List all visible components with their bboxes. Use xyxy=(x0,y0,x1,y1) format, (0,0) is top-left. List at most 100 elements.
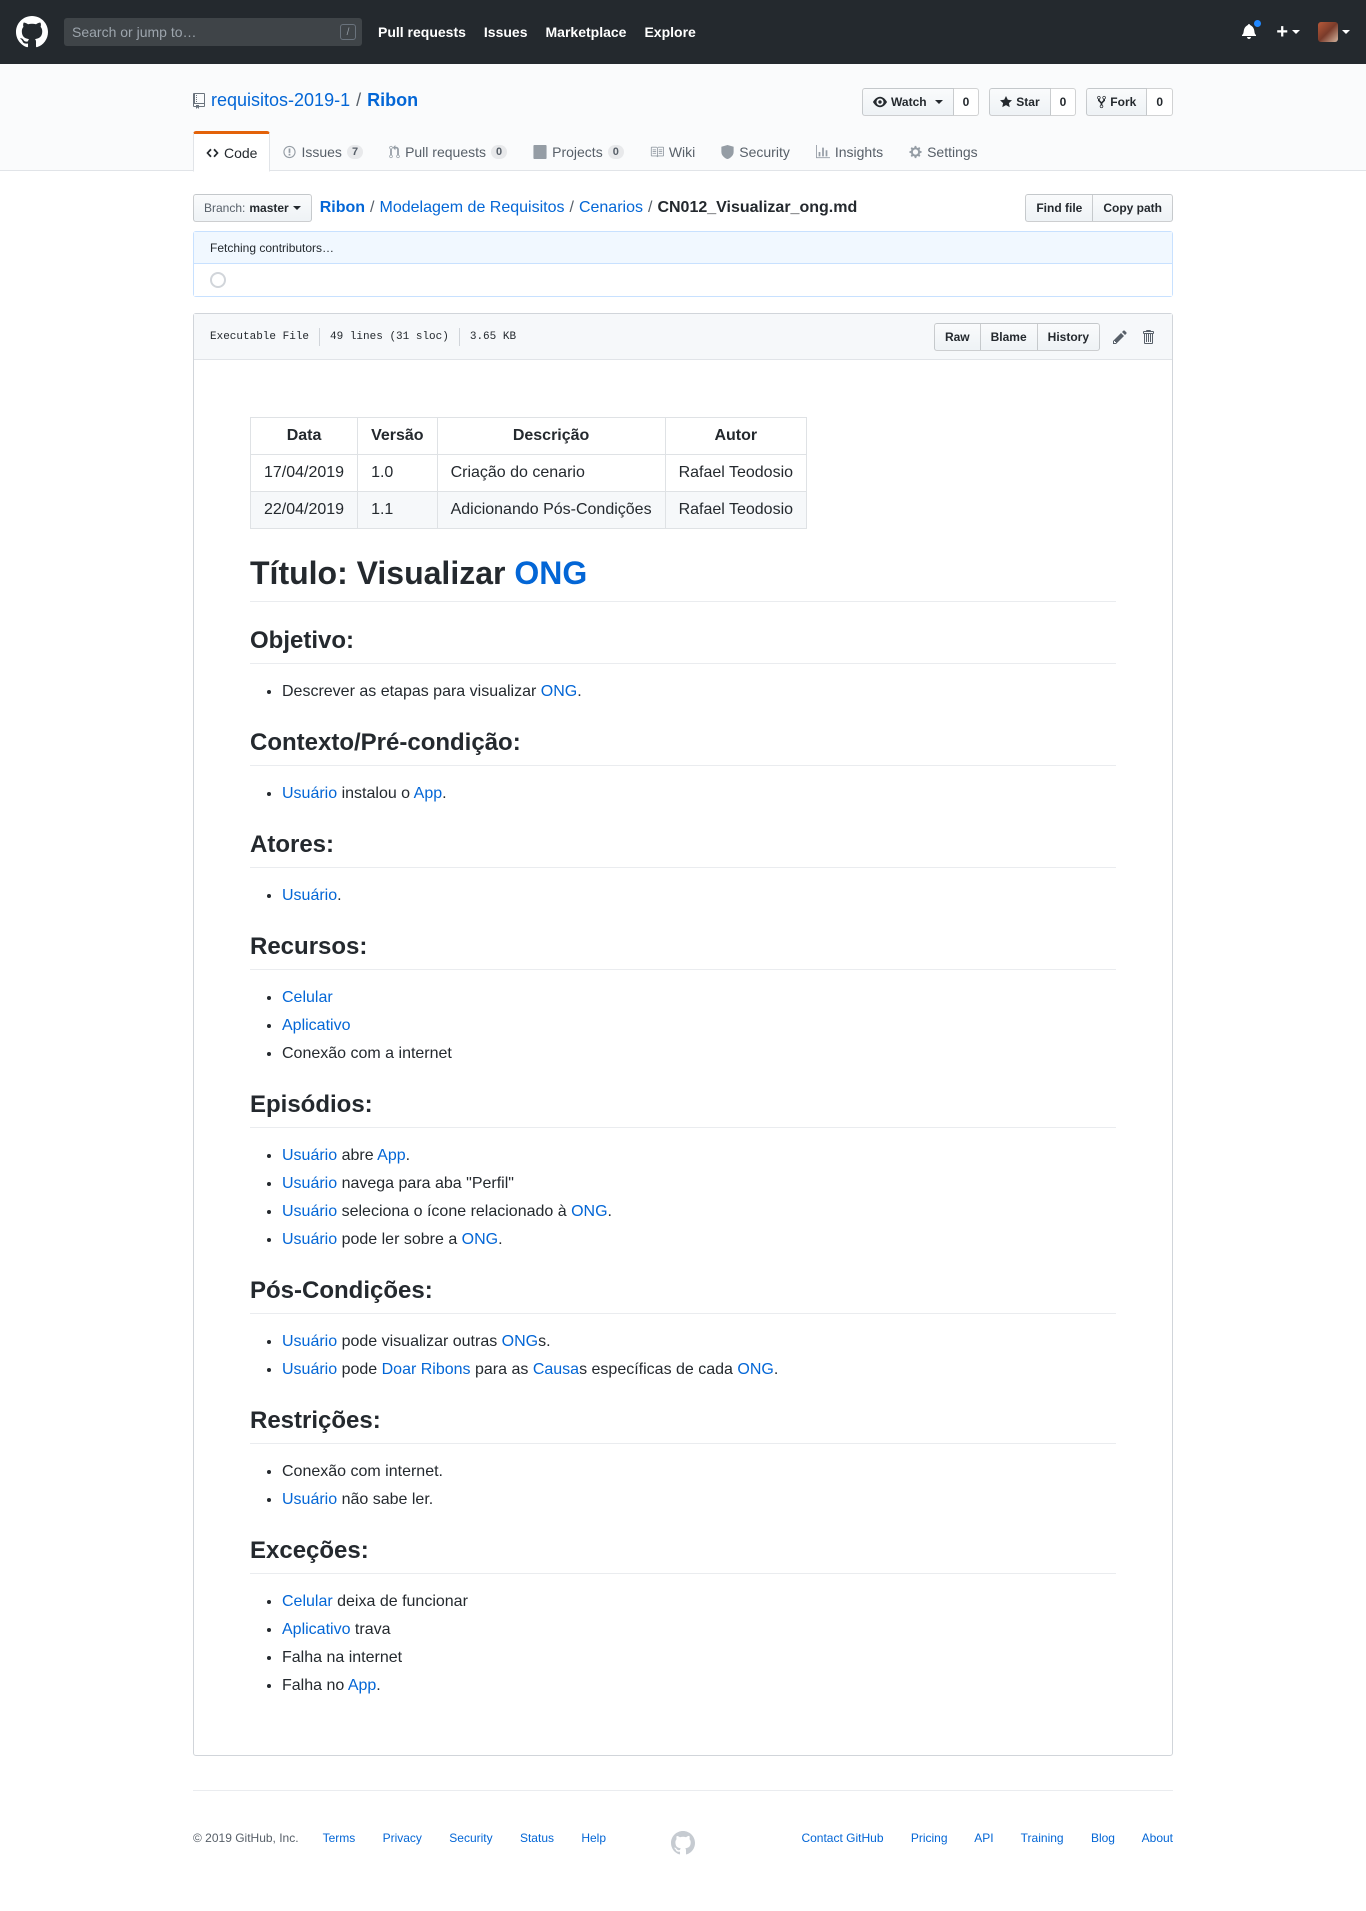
document-title-link[interactable]: ONG xyxy=(514,555,587,591)
notifications-bell-icon[interactable] xyxy=(1242,19,1263,41)
inline-link[interactable]: Celular xyxy=(282,1593,333,1610)
star-count[interactable]: 0 xyxy=(1050,88,1077,116)
tab-code[interactable]: Code xyxy=(193,131,271,172)
watch-button[interactable]: Watch xyxy=(862,88,954,116)
nav-marketplace[interactable]: Marketplace xyxy=(546,24,627,40)
inline-link[interactable]: Usuário xyxy=(282,1333,337,1350)
file-header: Executable File 49 lines (31 sloc) 3.65 … xyxy=(194,314,1172,360)
footer-link-training[interactable]: Training xyxy=(1021,1831,1064,1845)
breadcrumb-repo-root[interactable]: Ribon xyxy=(320,199,365,217)
inline-link[interactable]: ONG xyxy=(571,1203,607,1220)
inline-link[interactable]: App xyxy=(414,785,442,802)
section-list: Conexão com internet. Usuário não sabe le… xyxy=(250,1460,1116,1512)
tab-wiki[interactable]: Wiki xyxy=(637,131,708,171)
inline-text: . xyxy=(337,887,342,904)
inline-link[interactable]: Usuário xyxy=(282,887,337,904)
inline-text: s. xyxy=(538,1333,551,1350)
section-list: Usuário abre App.Usuário navega para aba… xyxy=(250,1144,1116,1252)
tab-projects[interactable]: Projects 0 xyxy=(520,131,637,171)
inline-link[interactable]: Usuário xyxy=(282,1175,337,1192)
footer-link-terms[interactable]: Terms xyxy=(323,1831,356,1845)
copy-path-button[interactable]: Copy path xyxy=(1093,194,1173,222)
history-button[interactable]: History xyxy=(1037,322,1100,351)
plus-icon: + xyxy=(1276,20,1288,43)
branch-select-button[interactable]: Branch: master xyxy=(193,194,312,222)
tab-issues[interactable]: Issues 7 xyxy=(270,131,376,171)
nav-explore[interactable]: Explore xyxy=(644,24,695,40)
footer-link-contact[interactable]: Contact GitHub xyxy=(801,1831,883,1845)
footer-link-status[interactable]: Status xyxy=(520,1831,554,1845)
inline-link[interactable]: ONG xyxy=(541,683,577,700)
inline-link[interactable]: Doar Ribons xyxy=(382,1361,471,1378)
inline-link[interactable]: Usuário xyxy=(282,1491,337,1508)
list-item: Usuário instalou o App. xyxy=(282,782,1116,806)
footer-link-security[interactable]: Security xyxy=(449,1831,492,1845)
pull-request-icon xyxy=(389,145,400,159)
nav-issues[interactable]: Issues xyxy=(484,24,528,40)
tab-security[interactable]: Security xyxy=(708,131,803,171)
tab-label: Code xyxy=(224,144,258,161)
inline-link[interactable]: Aplicativo xyxy=(282,1017,350,1034)
tab-pull-requests[interactable]: Pull requests 0 xyxy=(376,131,520,171)
user-menu-dropdown[interactable] xyxy=(1318,22,1350,42)
fork-count[interactable]: 0 xyxy=(1147,88,1173,116)
nav-pull-requests[interactable]: Pull requests xyxy=(378,24,466,40)
avatar xyxy=(1318,22,1338,42)
inline-link[interactable]: App xyxy=(348,1677,376,1694)
inline-link[interactable]: Usuário xyxy=(282,1203,337,1220)
footer-link-pricing[interactable]: Pricing xyxy=(911,1831,948,1845)
footer-link-blog[interactable]: Blog xyxy=(1091,1831,1115,1845)
star-button[interactable]: Star xyxy=(989,88,1051,116)
inline-link[interactable]: ONG xyxy=(502,1333,538,1350)
inline-link[interactable]: Usuário xyxy=(282,785,337,802)
fork-icon xyxy=(1097,95,1107,109)
footer-link-privacy[interactable]: Privacy xyxy=(383,1831,422,1845)
inline-link[interactable]: Usuário xyxy=(282,1361,337,1378)
github-logo-icon[interactable] xyxy=(16,16,48,48)
file-actions: Find file Copy path xyxy=(1025,194,1173,222)
list-item: Falha no App. xyxy=(282,1674,1116,1698)
raw-button[interactable]: Raw xyxy=(933,322,981,351)
inline-link[interactable]: Celular xyxy=(282,989,333,1006)
watch-count[interactable]: 0 xyxy=(953,88,980,116)
footer-link-about[interactable]: About xyxy=(1142,1831,1173,1845)
document-sections: Objetivo: Descrever as etapas para visual… xyxy=(250,626,1116,1698)
inline-link[interactable]: Causa xyxy=(533,1361,579,1378)
footer-link-api[interactable]: API xyxy=(974,1831,993,1845)
site-footer: © 2019 GitHub, Inc. Terms Privacy Securi… xyxy=(193,1790,1173,1855)
list-item: Aplicativo trava xyxy=(282,1618,1116,1642)
github-mark-icon[interactable] xyxy=(671,1831,695,1855)
repo-owner-link[interactable]: requisitos-2019-1 xyxy=(211,90,350,111)
commit-info-box: Fetching contributors… xyxy=(193,231,1173,297)
blame-button[interactable]: Blame xyxy=(980,322,1038,351)
tab-settings[interactable]: Settings xyxy=(896,131,991,171)
inline-link[interactable]: App xyxy=(377,1147,405,1164)
tab-insights[interactable]: Insights xyxy=(803,131,896,171)
repo-name-link[interactable]: Ribon xyxy=(367,90,418,111)
table-header-cell: Data xyxy=(249,417,359,455)
inline-link[interactable]: ONG xyxy=(462,1231,498,1248)
fork-group: Fork 0 xyxy=(1086,88,1173,116)
file-line-count: 49 lines (31 sloc) xyxy=(330,330,449,343)
star-icon xyxy=(1000,96,1013,108)
inline-link[interactable]: Usuário xyxy=(282,1147,337,1164)
search-input[interactable]: Search or jump to… / xyxy=(64,18,362,46)
footer-link-help[interactable]: Help xyxy=(581,1831,606,1845)
inline-text: Falha na internet xyxy=(282,1649,403,1666)
fork-button[interactable]: Fork xyxy=(1086,88,1148,116)
loading-spinner-icon xyxy=(210,272,226,288)
inline-link[interactable]: Aplicativo xyxy=(282,1621,350,1638)
list-item: Usuário pode Doar Ribons para as Causas … xyxy=(282,1358,1116,1382)
inline-link[interactable]: Usuário xyxy=(282,1231,337,1248)
inline-link[interactable]: ONG xyxy=(737,1361,773,1378)
create-new-dropdown[interactable]: + xyxy=(1276,21,1300,44)
trash-icon[interactable] xyxy=(1140,329,1156,345)
fork-label: Fork xyxy=(1110,95,1137,109)
breadcrumb-folder-cenarios[interactable]: Cenarios xyxy=(579,199,643,217)
breadcrumb-folder-modelagem[interactable]: Modelagem de Requisitos xyxy=(380,199,565,217)
section-heading: Atores: xyxy=(250,830,1116,868)
pencil-icon[interactable] xyxy=(1112,329,1128,345)
find-file-button[interactable]: Find file xyxy=(1025,194,1094,222)
section-heading: Contexto/Pré-condição: xyxy=(250,728,1116,766)
inline-text: trava xyxy=(350,1621,391,1638)
